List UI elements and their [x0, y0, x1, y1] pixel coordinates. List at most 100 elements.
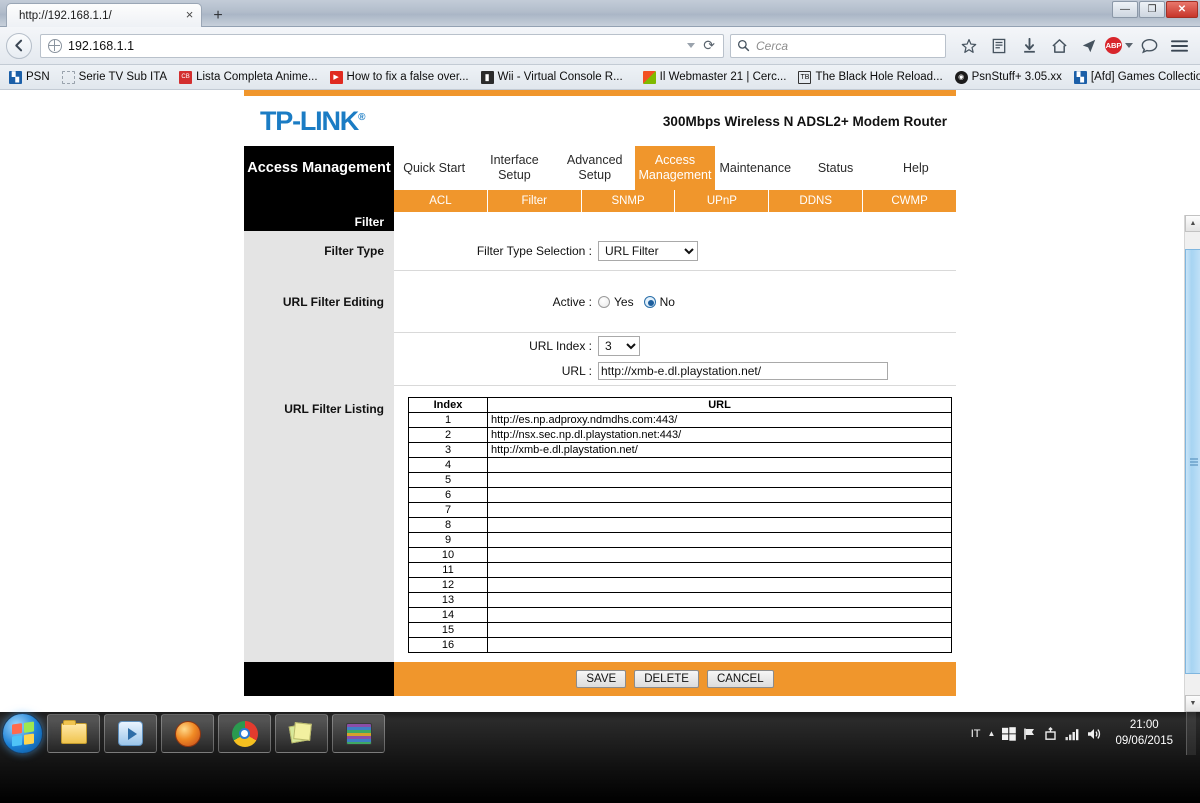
adblock-badge: ABP	[1105, 37, 1122, 54]
subnav-ddns[interactable]: DDNS	[769, 190, 864, 212]
chat-icon[interactable]	[1134, 32, 1164, 60]
bookmark-item[interactable]: Serie TV Sub ITA	[57, 70, 172, 85]
page-scrollbar[interactable]: ▲ ▼	[1184, 215, 1200, 712]
taskbar-media-player[interactable]	[104, 714, 157, 753]
bookmark-item[interactable]: ▚ PSN	[4, 70, 55, 85]
hamburger-menu-icon[interactable]	[1164, 32, 1194, 60]
table-row[interactable]: 1 http://es.np.adproxy.ndmdhs.com:443/	[408, 412, 952, 428]
table-row[interactable]: 10	[408, 547, 952, 563]
bookmark-item[interactable]: CB Lista Completa Anime...	[174, 70, 322, 85]
cancel-button[interactable]: CANCEL	[706, 670, 774, 688]
star-icon[interactable]	[954, 32, 984, 60]
clock[interactable]: 21:00 09/06/2015	[1109, 718, 1179, 749]
bookmark-item[interactable]: Il Webmaster 21 | Cerc...	[638, 70, 792, 85]
table-row[interactable]: 6	[408, 487, 952, 503]
delete-button[interactable]: DELETE	[634, 670, 699, 688]
table-row[interactable]: 5	[408, 472, 952, 488]
url-index-select[interactable]: 3	[598, 336, 640, 356]
table-row[interactable]: 7	[408, 502, 952, 518]
url-input[interactable]	[598, 362, 888, 380]
share-icon[interactable]	[1074, 32, 1104, 60]
nav-help[interactable]: Help	[876, 146, 956, 190]
browser-tab[interactable]: http://192.168.1.1/ ×	[6, 3, 202, 27]
table-row[interactable]: 2 http://nsx.sec.np.dl.playstation.net:44…	[408, 427, 952, 443]
table-row[interactable]: 13	[408, 592, 952, 608]
cell-index: 4	[408, 457, 488, 473]
table-row[interactable]: 14	[408, 607, 952, 623]
volume-icon[interactable]	[1087, 727, 1102, 741]
nav-maintenance[interactable]: Maintenance	[715, 146, 795, 190]
safely-remove-icon[interactable]	[1044, 726, 1058, 741]
table-row[interactable]: 12	[408, 577, 952, 593]
nav-interface-setup[interactable]: Interface Setup	[474, 146, 554, 190]
active-yes-option[interactable]: Yes	[598, 295, 634, 309]
chevron-down-icon[interactable]	[1125, 43, 1133, 48]
show-desktop-button[interactable]	[1186, 712, 1196, 755]
window-titlebar: http://192.168.1.1/ × + — ❐ ✕	[0, 0, 1200, 27]
page-footer: SAVE DELETE CANCEL	[244, 662, 956, 696]
nav-quick-start[interactable]: Quick Start	[394, 146, 474, 190]
taskbar-sticky-notes[interactable]	[275, 714, 328, 753]
tab-title: http://192.168.1.1/	[19, 9, 112, 22]
taskbar-chrome[interactable]	[218, 714, 271, 753]
nav-advanced-setup[interactable]: Advanced Setup	[555, 146, 635, 190]
network-signal-icon[interactable]	[1065, 727, 1080, 741]
table-row[interactable]: 9	[408, 532, 952, 548]
scroll-up-button[interactable]: ▲	[1185, 215, 1200, 232]
action-center-flag-icon[interactable]	[1023, 727, 1037, 741]
table-row[interactable]: 15	[408, 622, 952, 638]
reload-icon[interactable]: ⟳	[703, 37, 715, 54]
registered-mark: ®	[358, 111, 365, 123]
cell-url	[487, 532, 952, 548]
psn-icon: ▚	[9, 70, 22, 84]
subnav-cwmp[interactable]: CWMP	[863, 190, 956, 212]
radio-yes[interactable]	[598, 295, 610, 308]
bookmark-item[interactable]: ◉ PsnStuff+ 3.05.xx	[950, 70, 1067, 85]
subnav-acl[interactable]: ACL	[394, 190, 488, 212]
url-filter-table: Index URL 1 http://es.np.adproxy.ndmdhs.c…	[408, 397, 952, 653]
library-icon[interactable]	[984, 32, 1014, 60]
table-row[interactable]: 16	[408, 637, 952, 653]
language-indicator[interactable]: IT	[971, 728, 981, 740]
close-window-button[interactable]: ✕	[1166, 1, 1198, 18]
active-no-option[interactable]: No	[643, 295, 675, 309]
table-row[interactable]: 11	[408, 562, 952, 578]
bookmark-item[interactable]: TB The Black Hole Reload...	[793, 70, 947, 85]
taskbar-file-explorer[interactable]	[47, 714, 100, 753]
cell-index: 14	[408, 607, 488, 623]
page-title-text: Access Management	[244, 158, 394, 178]
table-row[interactable]: 8	[408, 517, 952, 533]
back-button[interactable]	[6, 32, 32, 59]
maximize-button[interactable]: ❐	[1139, 1, 1165, 18]
bookmark-item[interactable]: ▮ Wii - Virtual Console R...	[476, 70, 628, 85]
close-tab-icon[interactable]: ×	[182, 8, 197, 23]
subnav-snmp[interactable]: SNMP	[582, 190, 676, 212]
table-row[interactable]: 3 http://xmb-e.dl.playstation.net/	[408, 442, 952, 458]
nav-status[interactable]: Status	[795, 146, 875, 190]
adblock-icon[interactable]: ABP	[1104, 32, 1134, 60]
table-row[interactable]: 4	[408, 457, 952, 473]
new-tab-icon[interactable]: +	[207, 5, 229, 27]
taskbar-winrar[interactable]	[332, 714, 385, 753]
scroll-down-button[interactable]: ▼	[1185, 695, 1200, 712]
chevron-down-icon[interactable]	[687, 43, 696, 48]
home-icon[interactable]	[1044, 32, 1074, 60]
minimize-button[interactable]: —	[1112, 1, 1138, 18]
address-bar[interactable]: 192.168.1.1 ⟳	[40, 33, 724, 58]
router-model-label: 300Mbps Wireless N ADSL2+ Modem Router	[662, 113, 947, 129]
start-button[interactable]	[2, 713, 43, 754]
taskbar-firefox[interactable]	[161, 714, 214, 753]
filter-type-select[interactable]: URL Filter	[598, 240, 698, 261]
download-icon[interactable]	[1014, 32, 1044, 60]
bookmark-item[interactable]: ▚ [Afd] Games Collectio...	[1069, 70, 1200, 85]
save-button[interactable]: SAVE	[576, 670, 627, 688]
subnav-upnp[interactable]: UPnP	[675, 190, 770, 212]
show-hidden-icons-icon[interactable]: ▲	[988, 729, 996, 738]
scrollbar-thumb[interactable]	[1185, 249, 1200, 674]
windows-flag-icon[interactable]	[1002, 726, 1017, 741]
nav-access-management[interactable]: Access Management	[634, 146, 716, 190]
subnav-filter[interactable]: Filter	[488, 190, 582, 212]
radio-no[interactable]	[643, 295, 656, 308]
bookmark-item[interactable]: ▶ How to fix a false over...	[325, 70, 474, 85]
search-input[interactable]: Cerca	[730, 33, 946, 58]
